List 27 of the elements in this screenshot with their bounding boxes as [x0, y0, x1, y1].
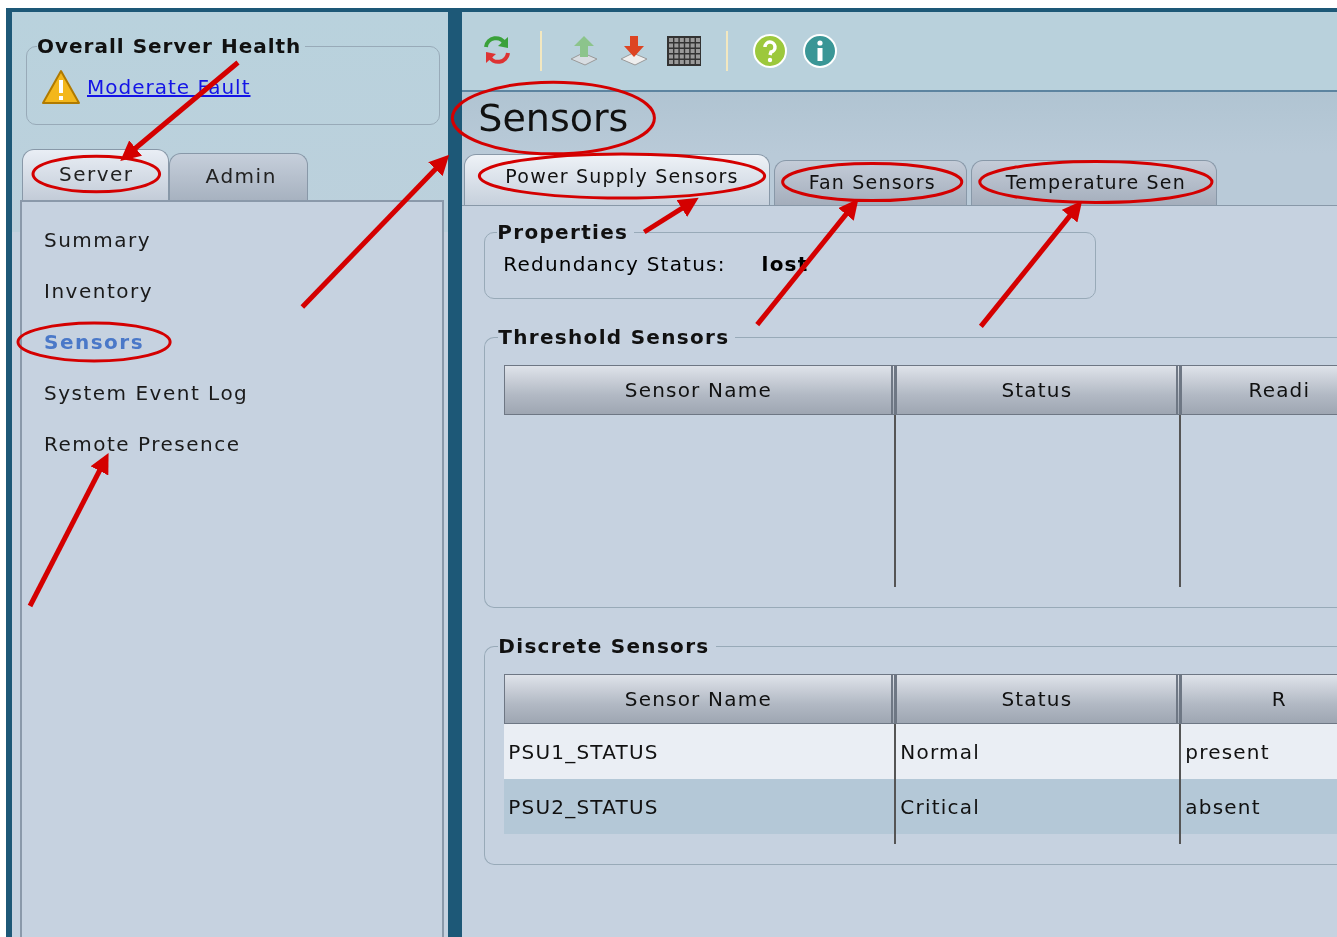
warning-icon — [41, 68, 81, 106]
table-cell: Critical — [896, 779, 1182, 834]
table-cell: PSU2_STATUS — [504, 779, 897, 834]
section-title: Overall Server Health — [37, 34, 303, 58]
field-label: Redundancy Status: — [503, 252, 726, 276]
section-title: Discrete Sensors — [498, 634, 711, 658]
nav-item[interactable]: Inventory — [44, 273, 154, 310]
section-title: Properties — [497, 220, 630, 244]
annotation-arrow — [642, 197, 699, 235]
column-header[interactable]: Sensor Name — [504, 674, 897, 724]
column-header[interactable]: Status — [896, 365, 1182, 415]
column-header[interactable]: Status — [896, 674, 1182, 724]
column-header[interactable]: Readi — [1181, 365, 1337, 415]
nav-item[interactable]: Summary — [44, 222, 152, 259]
keyboard-icon[interactable] — [666, 33, 703, 69]
table-cell: absent — [1181, 779, 1337, 834]
column-header[interactable]: R — [1181, 674, 1337, 724]
table-row[interactable]: PSU2_STATUS Critical absent — [504, 779, 1337, 834]
section-title: Threshold Sensors — [498, 325, 731, 349]
info-icon[interactable] — [802, 33, 839, 69]
nav-item[interactable]: Remote Presence — [44, 426, 241, 463]
help-icon[interactable] — [752, 33, 789, 69]
table-row[interactable]: PSU1_STATUS Normal present — [504, 724, 1337, 779]
page-title: Sensors — [478, 96, 629, 140]
nav-tab[interactable]: Admin — [168, 153, 308, 200]
nav-item[interactable]: System Event Log — [44, 375, 249, 412]
column-header[interactable]: Sensor Name — [504, 365, 897, 415]
